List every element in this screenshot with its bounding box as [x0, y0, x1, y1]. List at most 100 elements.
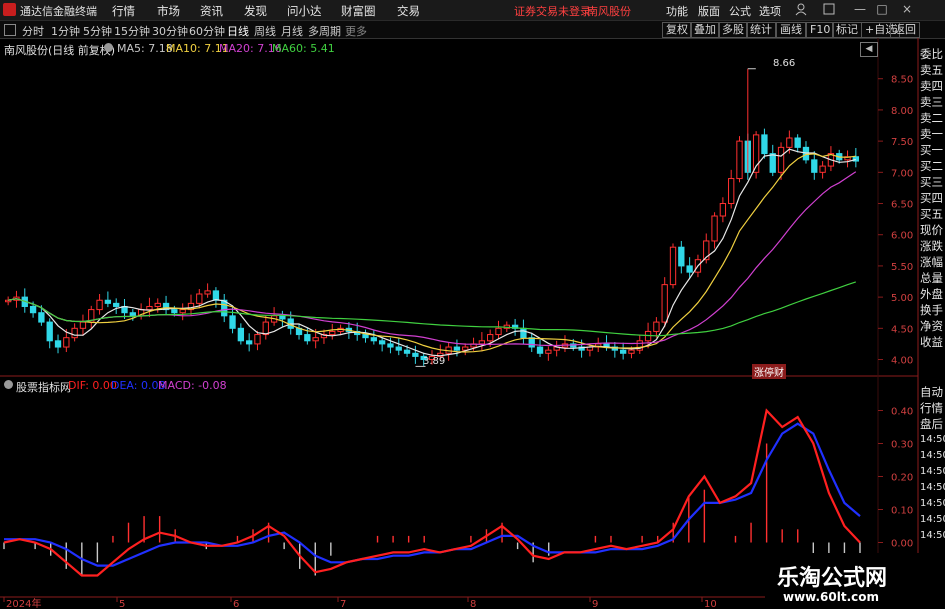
price-tick-label: 4.50 — [891, 324, 913, 335]
side-item[interactable]: 卖二 — [920, 110, 945, 126]
ma60-label: MA60: 5.41 — [272, 42, 335, 55]
candle-up — [478, 340, 486, 345]
side-item: 14:50 — [920, 514, 945, 525]
candle-down — [38, 312, 45, 323]
side-item: 14:50 — [920, 434, 945, 445]
candle-up — [71, 327, 78, 339]
side-item[interactable]: 总量 — [920, 270, 945, 286]
price-tick-label: 8.50 — [891, 75, 913, 86]
candle-down — [46, 321, 53, 342]
x-tick-label: 2024年 — [6, 597, 41, 609]
watermark-url: www.60lt.com — [783, 590, 880, 604]
candle-up — [204, 290, 211, 295]
price-tick-label: 4.00 — [891, 356, 913, 367]
candle-down — [129, 312, 136, 317]
gear-icon[interactable] — [104, 43, 113, 52]
macd-label: MACD: -0.08 — [158, 379, 227, 392]
candle-down — [412, 352, 419, 357]
candle-up — [146, 305, 153, 311]
side-item[interactable]: 换手 — [920, 302, 945, 318]
limit-up-badge[interactable]: 涨停财 — [752, 364, 786, 379]
main-chart-title: 南风股份(日线 前复权) — [4, 44, 116, 57]
side-item[interactable]: 卖三 — [920, 94, 945, 110]
candle-down — [769, 153, 776, 173]
price-tick-label: 8.00 — [891, 106, 913, 117]
candle-up — [545, 349, 552, 354]
x-tick-label: 8 — [470, 599, 476, 609]
candle-up — [96, 299, 103, 311]
candle-up — [196, 293, 203, 304]
candle-down — [403, 349, 411, 354]
candle-down — [54, 340, 62, 348]
price-tick-label: 6.00 — [891, 231, 913, 242]
side-item[interactable]: 净资 — [920, 318, 945, 334]
high-marker: 8.66 — [773, 58, 796, 69]
side-item[interactable]: 委比 — [920, 46, 945, 62]
price-tick-label: 7.00 — [891, 168, 913, 179]
candle-down — [113, 302, 120, 307]
macd-tick-label: 0.30 — [891, 440, 913, 451]
gear-icon-sub[interactable] — [4, 380, 13, 389]
candle-down — [811, 159, 818, 173]
candle-down — [229, 315, 236, 329]
side-item[interactable]: 买三 — [920, 174, 945, 190]
candle-down — [378, 340, 386, 345]
side-item[interactable]: 买二 — [920, 158, 945, 174]
x-tick-label: 6 — [233, 599, 239, 609]
price-tick-label: 5.00 — [891, 293, 913, 304]
macd-tick-label: 0.20 — [891, 473, 913, 484]
side-item[interactable]: 盘后 — [920, 416, 945, 432]
dif-label: DIF: 0.00 — [68, 379, 117, 392]
watermark-title: 乐淘公式网 — [777, 566, 888, 591]
candle-up — [487, 334, 494, 342]
candle-up — [653, 321, 660, 332]
ticker-side-panel: 自动 行情 盘后 14:50 14:50 14:50 14:50 14:50 1… — [920, 384, 945, 544]
candle-down — [520, 327, 527, 339]
side-item[interactable]: 卖五 — [920, 62, 945, 78]
price-tick-label: 7.50 — [891, 137, 913, 148]
side-item[interactable]: 现价 — [920, 222, 945, 238]
candle-up — [711, 215, 718, 242]
side-item[interactable]: 涨跌 — [920, 238, 945, 254]
candle-down — [387, 343, 394, 348]
side-item: 14:50 — [920, 498, 945, 509]
candle-down — [212, 290, 220, 301]
candle-up — [819, 165, 826, 173]
side-item[interactable]: 收益 — [920, 334, 945, 350]
side-item[interactable]: 卖一 — [920, 126, 945, 142]
side-item[interactable]: 行情 — [920, 400, 945, 416]
candle-down — [29, 305, 37, 314]
candle-up — [719, 203, 727, 217]
candle-down — [453, 346, 461, 351]
quote-side-panel: 委比 卖五 卖四 卖三 卖二 卖一 买一 买二 买三 买四 买五 现价 涨跌 涨… — [920, 46, 945, 350]
candle-up — [628, 349, 635, 354]
side-item: 14:50 — [920, 482, 945, 493]
side-item[interactable]: 买一 — [920, 142, 945, 158]
candle-down — [246, 340, 253, 345]
candle-down — [761, 134, 768, 155]
x-tick-label: 5 — [119, 599, 125, 609]
candle-up — [154, 302, 161, 307]
candle-up — [179, 309, 186, 314]
candle-down — [104, 299, 112, 304]
candle-up — [312, 337, 319, 342]
side-item[interactable]: 买五 — [920, 206, 945, 222]
candle-up — [329, 330, 336, 336]
x-tick-label: 9 — [592, 599, 598, 609]
candle-down — [171, 309, 178, 314]
candle-up — [736, 140, 743, 180]
side-item[interactable]: 卖四 — [920, 78, 945, 94]
price-tick-label: 5.50 — [891, 262, 913, 273]
side-item: 14:50 — [920, 466, 945, 477]
macd-tick-label: 0.00 — [891, 539, 913, 550]
candle-up — [262, 321, 269, 336]
side-item[interactable]: 自动 — [920, 384, 945, 400]
chart-canvas[interactable]: 8.50 8.00 7.50 7.00 6.50 6.00 5.50 5.00 4.50 4.00… — [0, 0, 945, 609]
side-item[interactable]: 涨幅 — [920, 254, 945, 270]
collapse-chart-icon[interactable]: ◀ — [860, 42, 878, 57]
side-item[interactable]: 买四 — [920, 190, 945, 206]
side-item[interactable]: 外盘 — [920, 286, 945, 302]
ma5-label: MA5: 7.18 — [117, 42, 173, 55]
candle-up — [669, 246, 677, 286]
candle-down — [678, 246, 685, 267]
